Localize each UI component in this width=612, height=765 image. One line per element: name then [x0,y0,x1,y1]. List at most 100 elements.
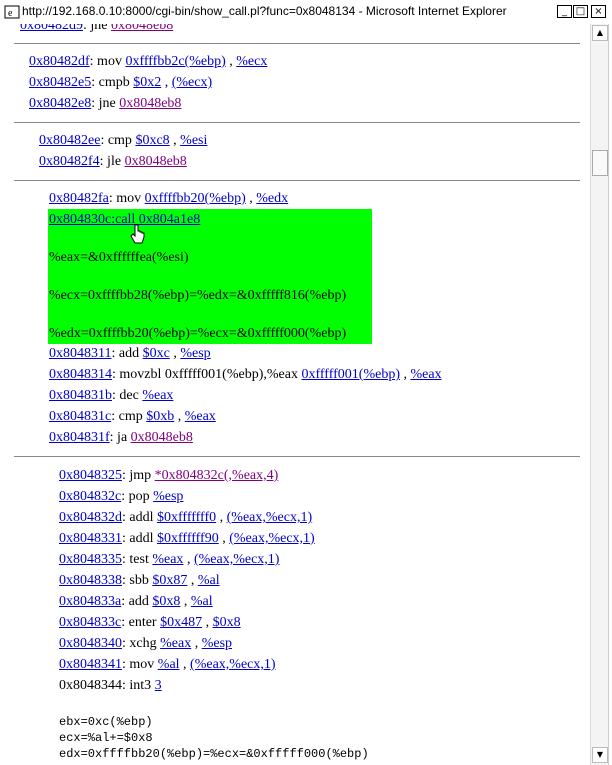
operand-link[interactable]: %esp [202,636,232,651]
address-link[interactable]: 0x80482ee [39,133,100,148]
operand-link[interactable]: (%eax,%ecx,1) [229,531,315,546]
operand-link[interactable]: $0x8 [152,594,180,609]
address-link[interactable]: 0x80482e5 [29,75,91,90]
page-content: 0x80482d9: jne 0x8048eb8 0x80482df: mov … [0,24,590,765]
address-link[interactable]: 0x80482df [29,54,90,69]
instruction-text: : cmp [100,133,136,148]
address-link[interactable]: 0x8048335 [59,552,122,567]
operand-link[interactable]: (%eax,%ecx,1) [194,552,280,567]
operand-link[interactable]: $0xb [146,409,174,424]
divider [14,456,580,457]
instruction-text: : test [122,552,153,567]
operand-link[interactable]: %esi [180,133,207,148]
address-link[interactable]: 0x804832c [59,489,121,504]
address-link[interactable]: 0x80482fa [49,191,109,206]
address-link[interactable]: 0x8048325 [59,468,122,483]
address-link[interactable]: 0x804831b [49,388,112,403]
operand-link[interactable]: $0xc [143,346,170,361]
address-link[interactable]: 0x8048311 [49,346,111,361]
operand-link[interactable]: (%eax,%ecx,1) [190,657,276,672]
list-item: 0x8048335: test %eax , (%eax,%ecx,1) [59,552,279,568]
address-link[interactable]: 0x804831f [49,430,110,445]
separator: , [245,191,257,206]
operand-link[interactable]: 0xffffbb2c(%ebp) [125,54,225,69]
mono-note: ebx=0xc(%ebp) [59,715,153,729]
separator: , [161,75,172,90]
note-text: %ecx=0xffffbb28(%ebp)=%edx=&0xfffff816(%… [49,288,347,303]
operand-link[interactable]: *0x804832c(,%eax,4) [155,468,279,483]
operand-link[interactable]: %edx [256,191,288,206]
separator: , [174,409,185,424]
operand-link[interactable]: 0xffffbb20(%ebp) [145,191,246,206]
list-item: 0x804832d: addl $0xfffffff0 , (%eax,%ecx… [59,510,312,526]
note-text: %edx=0xffffbb20(%ebp)=%ecx=&0xfffff000(%… [49,326,347,341]
instruction-text: : sbb [122,573,153,588]
operand-link[interactable]: $0xfffffff0 [157,510,216,525]
separator: , [183,552,194,567]
address-link[interactable]: 0x80482f4 [39,154,100,169]
address-link[interactable]: 0x804833c [59,615,121,630]
address-link[interactable]: 0x80482e8 [29,96,91,111]
operand-link[interactable]: $0x8 [213,615,241,630]
instruction-text: : jne [91,96,120,111]
operand-link[interactable]: %eax [160,636,191,651]
address-link[interactable]: 0x8048338 [59,573,122,588]
minimize-button[interactable]: _ [557,5,572,18]
instruction-text: : cmp [111,409,147,424]
target-link[interactable]: 0x8048eb8 [111,24,173,33]
operand-link[interactable]: %eax [152,552,183,567]
close-button[interactable]: × [591,5,606,18]
operand-link[interactable]: %eax [410,367,441,382]
list-item: 0x80482f4: jle 0x8048eb8 [39,154,187,170]
operand-link[interactable]: %ecx [236,54,267,69]
address-link[interactable]: 0x80482d9 [20,24,83,33]
instruction-text: : jmp [122,468,155,483]
instruction-text: : pop [121,489,154,504]
title-bar[interactable]: e http://192.168.0.10:8000/cgi-bin/show_… [0,0,612,25]
address-link[interactable]: 0x8048331 [59,531,122,546]
operand-link[interactable]: 3 [155,678,162,693]
list-item: 0x8048325: jmp *0x804832c(,%eax,4) [59,468,278,484]
operand-link[interactable]: 0xfffff001(%ebp) [301,367,400,382]
operand-link[interactable]: 0x8048eb8 [119,96,181,111]
operand-link[interactable]: (%eax,%ecx,1) [227,510,313,525]
operand-link[interactable]: %eax [142,388,173,403]
operand-link[interactable]: %eax [185,409,216,424]
operand-link[interactable]: 0x8048eb8 [131,430,193,445]
operand-link[interactable]: %al [158,657,180,672]
svg-text:e: e [8,8,13,19]
scroll-up-arrow-icon[interactable]: ▲ [592,25,608,41]
instruction-text: : jle [99,154,125,169]
divider [14,43,580,44]
operand-link[interactable]: 0x8048eb8 [125,154,187,169]
maximize-button[interactable]: □ [573,5,588,18]
address-link[interactable]: 0x804831c [49,409,111,424]
address-link[interactable]: 0x804832d [59,510,122,525]
operand-link[interactable]: %esp [180,346,210,361]
address-link[interactable]: 0x8048314 [49,367,112,382]
address-link[interactable]: 0x8048341 [59,657,122,672]
operand-link[interactable]: $0x487 [160,615,202,630]
separator: , [218,531,230,546]
operand-link[interactable]: %al [198,573,220,588]
address-link[interactable]: 0x804833a [59,594,121,609]
operand-link[interactable]: $0x2 [133,75,161,90]
list-item: 0x804833c: enter $0x487 , $0x8 [59,615,241,631]
hand-cursor-icon [130,224,145,244]
list-item: 0x8048311: add $0xc , %esp [49,346,211,362]
call-link[interactable]: 0x804830c:call 0x804a1e8 [49,212,200,227]
operand-link[interactable]: (%ecx) [172,75,212,90]
operand-link[interactable]: $0x87 [152,573,187,588]
operand-link[interactable]: %esp [153,489,183,504]
operand-link[interactable]: %al [191,594,213,609]
instruction-text: 0x8048344: int3 [59,678,155,693]
instruction-text: : dec [112,388,143,403]
operand-link[interactable]: $0xffffff90 [157,531,219,546]
address-link[interactable]: 0x8048340 [59,636,122,651]
operand-link[interactable]: $0xc8 [135,133,169,148]
scroll-thumb[interactable] [592,150,608,176]
scroll-down-arrow-icon[interactable]: ▼ [592,747,608,763]
vertical-scrollbar[interactable]: ▲ ▼ [590,24,609,765]
list-item: 0x804831f: ja 0x8048eb8 [49,430,193,446]
instruction-text: : add [121,594,153,609]
